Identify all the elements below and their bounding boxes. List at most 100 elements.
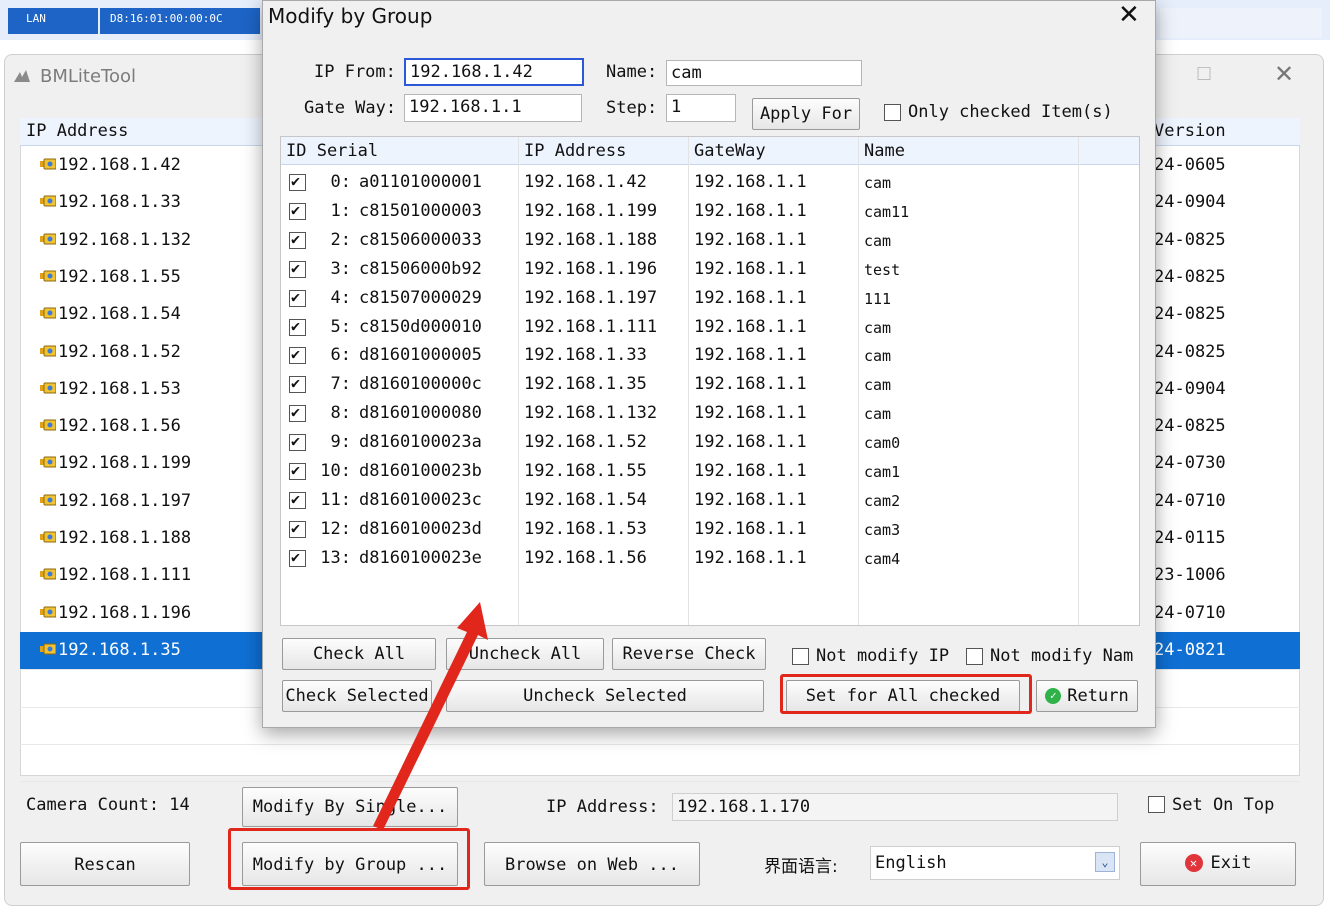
row-gateway: 192.168.1.1 xyxy=(694,345,807,366)
column-gateway[interactable]: GateWay xyxy=(694,141,766,161)
dialog-close-icon[interactable]: ✕ xyxy=(1118,0,1140,30)
row-checkbox[interactable] xyxy=(289,374,306,394)
row-name: cam1 xyxy=(864,463,901,481)
row-checkbox[interactable] xyxy=(289,519,306,538)
set-on-top-checkbox[interactable] xyxy=(1148,796,1165,813)
row-checkbox[interactable] xyxy=(289,172,306,191)
browse-on-web-button[interactable]: Browse on Web ... xyxy=(484,842,700,886)
table-row[interactable]: 3: c81506000b92 192.168.1.196 192.168.1.1 te… xyxy=(281,255,1139,284)
table-row[interactable]: 7: d8160100000c 192.168.1.35 192.168.1.1 cam xyxy=(281,370,1139,399)
not-modify-ip-checkbox[interactable] xyxy=(792,648,809,665)
row-checkbox[interactable] xyxy=(289,259,306,278)
maximize-icon[interactable]: ☐ xyxy=(1196,64,1212,85)
row-version: 24-0821 xyxy=(1154,639,1226,660)
row-version: 24-0825 xyxy=(1154,266,1226,287)
row-checkbox[interactable] xyxy=(289,432,306,452)
table-row[interactable]: 10: d8160100023b 192.168.1.55 192.168.1.1 ca… xyxy=(281,457,1139,486)
table-row[interactable]: 5: c8150d000010 192.168.1.111 192.168.1.1 ca… xyxy=(281,313,1139,342)
table-row[interactable]: 0: a01101000001 192.168.1.42 192.168.1.1 cam xyxy=(281,168,1139,197)
table-row[interactable]: 12: d8160100023d 192.168.1.53 192.168.1.1 ca… xyxy=(281,515,1139,544)
row-name: cam xyxy=(864,376,892,395)
set-on-top-label: Set On Top xyxy=(1172,795,1275,815)
row-serial: c81507000029 xyxy=(359,287,482,308)
table-row[interactable]: 6: d81601000005 192.168.1.33 192.168.1.1 cam xyxy=(281,341,1139,370)
row-ip: 192.168.1.197 xyxy=(58,490,192,511)
row-ip: 192.168.1.56 xyxy=(58,416,181,437)
row-ip: 192.168.1.55 xyxy=(524,461,647,481)
row-checkbox[interactable] xyxy=(289,230,306,249)
row-name: cam xyxy=(864,231,892,250)
row-ip: 192.168.1.196 xyxy=(524,258,658,279)
row-id: 9: xyxy=(330,432,351,453)
row-checkbox[interactable] xyxy=(289,317,306,336)
apply-for-button[interactable]: Apply For xyxy=(752,98,860,130)
row-gateway: 192.168.1.1 xyxy=(694,461,807,481)
row-ip: 192.168.1.111 xyxy=(58,565,192,586)
camera-icon xyxy=(40,158,56,170)
row-checkbox[interactable] xyxy=(289,403,306,423)
name-input[interactable]: cam xyxy=(666,60,862,86)
uncheck-selected-button[interactable]: Uncheck Selected xyxy=(446,680,764,712)
table-row[interactable]: 2: c81506000033 192.168.1.188 192.168.1.1 ca… xyxy=(281,226,1139,255)
row-ip: 192.168.1.42 xyxy=(58,155,181,175)
return-button[interactable]: ✓ Return xyxy=(1036,680,1138,712)
step-input[interactable]: 1 xyxy=(666,94,736,122)
row-gateway: 192.168.1.1 xyxy=(694,172,807,192)
exit-button[interactable]: ✕ Exit xyxy=(1140,842,1296,886)
column-name[interactable]: Name xyxy=(864,141,905,161)
row-serial: d8160100023a xyxy=(359,432,482,453)
table-row[interactable]: 11: d8160100023c 192.168.1.54 192.168.1.1 ca… xyxy=(281,486,1139,515)
row-version: 24-0115 xyxy=(1154,528,1226,548)
camera-icon xyxy=(40,419,56,431)
chevron-down-icon[interactable]: ⌄ xyxy=(1095,852,1115,872)
row-checkbox[interactable] xyxy=(289,490,306,509)
app-title: BMLiteTool xyxy=(40,66,137,87)
check-selected-button[interactable]: Check Selected xyxy=(282,680,432,712)
ip-from-input[interactable]: 192.168.1.42 xyxy=(404,58,584,86)
row-checkbox[interactable] xyxy=(289,201,306,220)
row-serial: d81601000080 xyxy=(359,403,482,424)
column-ip-address[interactable]: IP Address xyxy=(26,121,128,141)
column-version[interactable]: Version xyxy=(1154,121,1226,141)
uncheck-all-button[interactable]: Uncheck All xyxy=(446,638,604,670)
row-checkbox[interactable] xyxy=(289,548,306,567)
table-row[interactable]: 13: d8160100023e 192.168.1.56 192.168.1.1 ca… xyxy=(281,544,1139,573)
row-gateway: 192.168.1.1 xyxy=(694,403,807,424)
close-icon[interactable]: ✕ xyxy=(1274,60,1294,88)
table-row[interactable]: 8: d81601000080 192.168.1.132 192.168.1.1 ca… xyxy=(281,399,1139,428)
row-id: 4: xyxy=(330,287,351,308)
not-modify-name-checkbox[interactable] xyxy=(966,648,983,665)
only-checked-checkbox[interactable] xyxy=(884,104,901,121)
table-row[interactable]: 4: c81507000029 192.168.1.197 192.168.1.1 11… xyxy=(281,284,1139,313)
row-divider xyxy=(20,781,1300,783)
reverse-check-button[interactable]: Reverse Check xyxy=(612,638,766,670)
rescan-button[interactable]: Rescan xyxy=(20,842,190,886)
host-ip-field[interactable]: 192.168.1.170 xyxy=(672,793,1118,821)
modify-by-single-button[interactable]: Modify By Single... xyxy=(242,787,458,827)
only-checked-label: Only checked Item(s) xyxy=(908,102,1113,122)
column-ip-address[interactable]: IP Address xyxy=(524,141,626,161)
camera-icon xyxy=(40,568,56,580)
row-version: 24-0825 xyxy=(1154,229,1226,250)
row-checkbox[interactable] xyxy=(289,461,306,480)
row-version: 24-0710 xyxy=(1154,602,1226,623)
column-id-serial[interactable]: ID Serial xyxy=(286,141,378,161)
row-checkbox[interactable] xyxy=(289,345,306,365)
row-serial: c81506000033 xyxy=(359,229,482,250)
row-checkbox[interactable] xyxy=(289,288,306,307)
gateway-input[interactable]: 192.168.1.1 xyxy=(404,94,582,122)
row-name: cam11 xyxy=(864,202,910,221)
camera-icon xyxy=(40,270,56,282)
table-row[interactable]: 1: c81501000003 192.168.1.199 192.168.1.1 ca… xyxy=(281,197,1139,226)
row-id: 5: xyxy=(330,316,351,337)
group-list-header: ID Serial IP Address GateWay Name xyxy=(281,137,1139,165)
language-select[interactable]: English ⌄ xyxy=(870,846,1120,880)
row-serial: d81601000005 xyxy=(359,345,482,366)
row-version: 24-0904 xyxy=(1154,192,1226,213)
row-ip: 192.168.1.33 xyxy=(58,192,181,213)
check-all-button[interactable]: Check All xyxy=(282,638,436,670)
check-circle-icon: ✓ xyxy=(1045,688,1062,704)
table-row[interactable]: 9: d8160100023a 192.168.1.52 192.168.1.1 cam… xyxy=(281,428,1139,457)
row-ip: 192.168.1.55 xyxy=(58,266,181,287)
row-id: 1: xyxy=(330,200,351,221)
